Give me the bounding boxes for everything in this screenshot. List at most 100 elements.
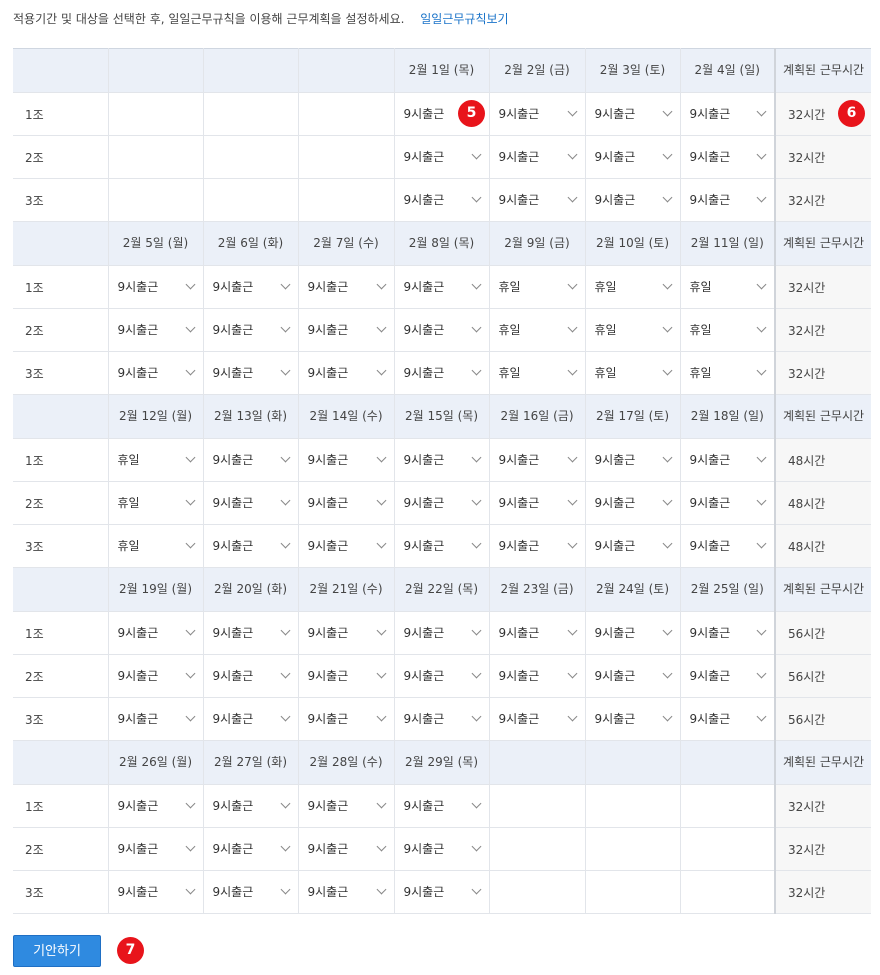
shift-select[interactable]: 9시출근 <box>299 785 394 827</box>
shift-select[interactable]: 휴일 <box>586 309 680 351</box>
shift-select[interactable]: 9시출근 <box>395 352 489 394</box>
shift-select[interactable]: 9시출근 <box>681 698 775 740</box>
shift-select[interactable]: 9시출근 <box>299 352 394 394</box>
shift-select[interactable]: 9시출근 <box>395 266 489 308</box>
shift-select[interactable]: 9시출근 <box>109 828 203 870</box>
shift-select[interactable]: 9시출근 <box>490 179 585 221</box>
shift-select[interactable]: 9시출근 <box>681 93 775 135</box>
shift-select[interactable]: 9시출근 <box>299 871 394 913</box>
shift-select[interactable]: 9시출근 <box>490 655 585 697</box>
shift-select[interactable]: 9시출근 <box>681 439 775 481</box>
shift-select[interactable]: 9시출근 <box>681 136 775 178</box>
shift-select[interactable]: 9시출근 <box>395 525 489 567</box>
shift-select[interactable]: 9시출근 <box>299 525 394 567</box>
shift-select[interactable]: 9시출근 <box>395 871 489 913</box>
shift-select[interactable]: 9시출근 <box>204 828 298 870</box>
shift-select[interactable]: 9시출근 <box>681 612 775 654</box>
shift-select[interactable]: 9시출근 <box>204 612 298 654</box>
shift-select[interactable]: 휴일 <box>109 482 203 524</box>
shift-select[interactable]: 9시출근 <box>586 698 680 740</box>
shift-select[interactable]: 9시출근 <box>395 655 489 697</box>
shift-select[interactable]: 9시출근 <box>109 266 203 308</box>
schedule-cell: 9시출근 <box>298 784 395 828</box>
team-label: 3조 <box>13 870 109 914</box>
chevron-down-icon <box>567 538 577 549</box>
shift-select[interactable]: 9시출근 <box>299 309 394 351</box>
shift-select[interactable]: 9시출근 <box>299 698 394 740</box>
shift-select[interactable]: 9시출근 <box>299 612 394 654</box>
shift-select[interactable]: 9시출근 <box>586 612 680 654</box>
shift-select[interactable]: 9시출근 <box>299 266 394 308</box>
shift-select[interactable]: 휴일 <box>109 439 203 481</box>
shift-select[interactable]: 9시출근 <box>109 352 203 394</box>
shift-select-value: 9시출근 <box>594 150 636 164</box>
shift-select[interactable]: 9시출근 <box>395 785 489 827</box>
shift-select[interactable]: 9시출근 <box>204 698 298 740</box>
shift-select[interactable]: 휴일 <box>681 266 775 308</box>
header-corner <box>13 221 109 266</box>
shift-select[interactable]: 9시출근 <box>204 309 298 351</box>
shift-select[interactable]: 9시출근 <box>395 698 489 740</box>
shift-select[interactable]: 휴일 <box>681 309 775 351</box>
shift-select[interactable]: 9시출근 <box>109 698 203 740</box>
daily-rule-link[interactable]: 일일근무규칙보기 <box>420 12 508 26</box>
shift-select[interactable]: 9시출근 <box>204 352 298 394</box>
shift-select[interactable]: 9시출근 <box>395 179 489 221</box>
shift-select[interactable]: 9시출근 <box>109 655 203 697</box>
shift-select[interactable]: 휴일 <box>490 309 585 351</box>
shift-select[interactable]: 휴일 <box>681 352 775 394</box>
date-header: 2월 29일 (목) <box>394 740 490 785</box>
shift-select[interactable]: 9시출근 <box>395 612 489 654</box>
shift-select[interactable]: 9시출근 <box>586 482 680 524</box>
shift-select[interactable]: 9시출근 <box>681 179 775 221</box>
shift-select[interactable]: 휴일 <box>586 352 680 394</box>
chevron-down-icon <box>185 884 195 895</box>
shift-select[interactable]: 9시출근 <box>490 482 585 524</box>
shift-select[interactable]: 9시출근 <box>204 871 298 913</box>
shift-select[interactable]: 9시출근 <box>299 439 394 481</box>
shift-select[interactable]: 9시출근 <box>299 655 394 697</box>
shift-select[interactable]: 9시출근 <box>204 439 298 481</box>
shift-select[interactable]: 9시출근 <box>586 179 680 221</box>
shift-select[interactable]: 휴일 <box>109 525 203 567</box>
shift-select[interactable]: 9시출근 <box>681 482 775 524</box>
shift-select[interactable]: 9시출근 <box>586 439 680 481</box>
chevron-down-icon <box>280 495 290 506</box>
shift-select[interactable]: 9시출근 <box>204 525 298 567</box>
shift-select[interactable]: 9시출근 <box>109 309 203 351</box>
schedule-cell: 휴일 <box>680 351 776 395</box>
shift-select[interactable]: 9시출근 <box>395 828 489 870</box>
shift-select[interactable]: 9시출근 <box>395 482 489 524</box>
shift-select-value: 9시출근 <box>117 626 159 640</box>
draft-submit-button[interactable]: 기안하기 <box>13 935 101 967</box>
shift-select[interactable]: 9시출근 <box>490 525 585 567</box>
shift-select[interactable]: 9시출근 <box>204 482 298 524</box>
shift-select[interactable]: 9시출근 <box>490 93 585 135</box>
shift-select[interactable]: 9시출근 <box>109 871 203 913</box>
shift-select[interactable]: 9시출근 <box>490 612 585 654</box>
date-header: 2월 15일 (목) <box>394 394 490 439</box>
shift-select[interactable]: 9시출근 <box>395 309 489 351</box>
shift-select[interactable]: 9시출근 <box>490 439 585 481</box>
shift-select[interactable]: 9시출근 <box>299 482 394 524</box>
shift-select[interactable]: 9시출근 <box>586 93 680 135</box>
shift-select[interactable]: 휴일 <box>490 266 585 308</box>
shift-select[interactable]: 9시출근 <box>204 785 298 827</box>
shift-select[interactable]: 9시출근 <box>681 655 775 697</box>
shift-select[interactable]: 9시출근 <box>586 136 680 178</box>
schedule-cell: 9시출근 <box>298 351 395 395</box>
shift-select[interactable]: 9시출근 <box>204 266 298 308</box>
shift-select[interactable]: 휴일 <box>586 266 680 308</box>
shift-select[interactable]: 9시출근 <box>490 136 585 178</box>
shift-select[interactable]: 9시출근 <box>109 612 203 654</box>
shift-select[interactable]: 휴일 <box>490 352 585 394</box>
shift-select[interactable]: 9시출근 <box>109 785 203 827</box>
shift-select[interactable]: 9시출근 <box>490 698 585 740</box>
shift-select[interactable]: 9시출근 <box>586 525 680 567</box>
shift-select[interactable]: 9시출근 <box>586 655 680 697</box>
shift-select[interactable]: 9시출근 <box>395 439 489 481</box>
shift-select[interactable]: 9시출근 <box>395 136 489 178</box>
shift-select[interactable]: 9시출근 <box>681 525 775 567</box>
shift-select[interactable]: 9시출근 <box>299 828 394 870</box>
shift-select[interactable]: 9시출근 <box>204 655 298 697</box>
